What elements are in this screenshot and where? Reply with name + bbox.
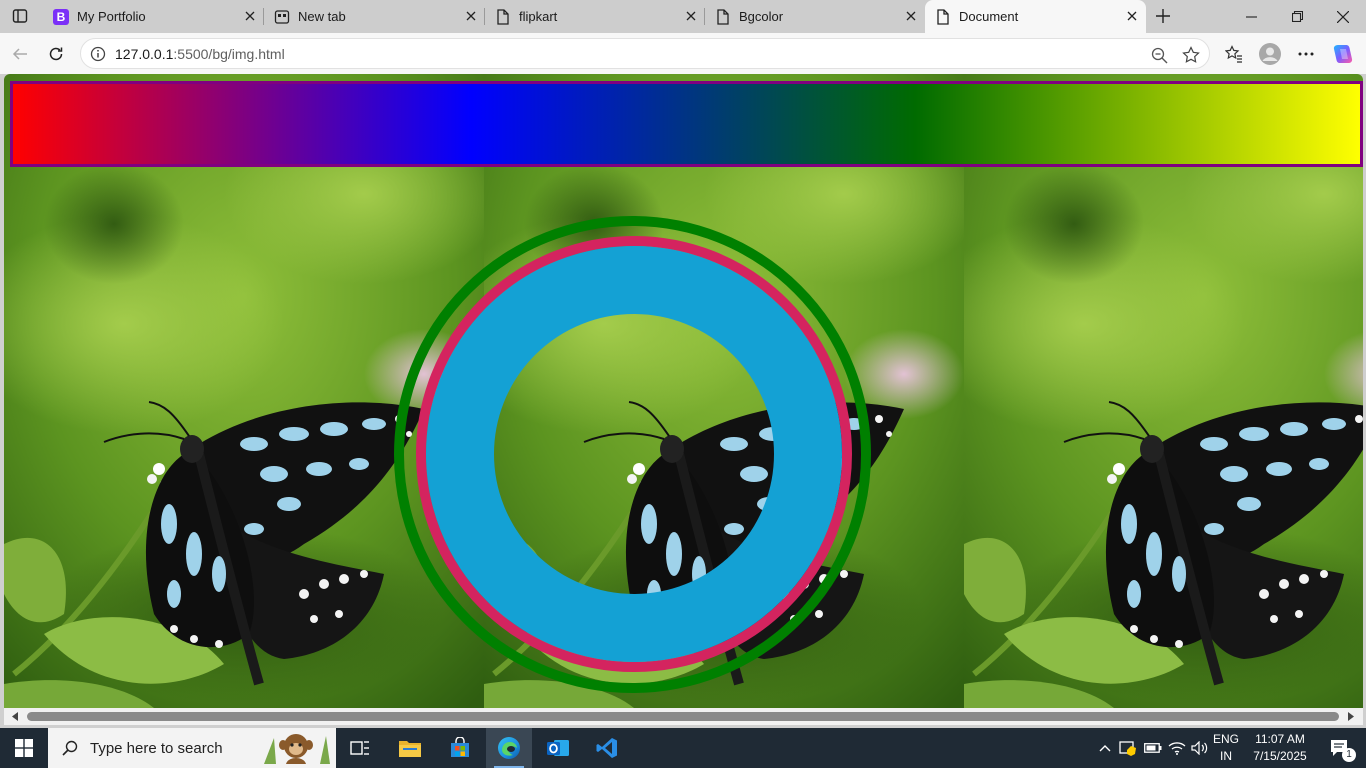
clock-date: 7/15/2025 (1253, 749, 1307, 763)
tab-label: flipkart (519, 9, 558, 24)
task-view-icon[interactable] (340, 728, 380, 768)
url-path: :5500/bg/img.html (173, 46, 285, 62)
bootstrap-icon: B (53, 8, 69, 25)
scrollbar-thumb[interactable] (27, 712, 1339, 721)
tab-label: New tab (298, 9, 346, 24)
tab-label: Bgcolor (739, 9, 784, 24)
close-icon[interactable] (903, 8, 919, 24)
taskbar-search-box[interactable]: Type here to search (48, 728, 336, 768)
show-hidden-icons-icon[interactable] (1094, 728, 1116, 768)
more-menu-icon[interactable] (1293, 41, 1319, 67)
file-explorer-icon[interactable] (390, 728, 430, 768)
scroll-left-arrow-icon[interactable] (10, 711, 20, 722)
close-icon[interactable] (683, 8, 699, 24)
new-tab-icon (274, 9, 290, 25)
tab-strip: B My Portfolio New tab flipkart Bgcolor … (0, 0, 1366, 33)
back-button[interactable] (7, 41, 33, 67)
microsoft-store-icon[interactable] (440, 728, 480, 768)
profile-avatar[interactable] (1257, 41, 1283, 67)
page-icon (935, 8, 951, 25)
page-icon (495, 8, 511, 25)
search-placeholder: Type here to search (90, 739, 223, 757)
taskbar: Type here to search ENG IN 11:07 AM 7/15… (0, 728, 1366, 768)
tab-my-portfolio[interactable]: B My Portfolio (43, 0, 264, 33)
system-clock[interactable]: 11:07 AM 7/15/2025 (1244, 731, 1316, 765)
copilot-icon[interactable] (1330, 41, 1356, 67)
tab-label: My Portfolio (77, 9, 146, 24)
close-icon[interactable] (1124, 8, 1140, 24)
minimize-button[interactable] (1228, 0, 1274, 33)
tab-new-tab[interactable]: New tab (264, 0, 485, 33)
blue-ring (426, 246, 842, 662)
refresh-button[interactable] (43, 41, 69, 67)
gradient-bar (10, 81, 1363, 167)
search-icon (62, 740, 78, 756)
close-window-button[interactable] (1320, 0, 1366, 33)
favorites-button[interactable] (1221, 41, 1247, 67)
restore-button[interactable] (1274, 0, 1320, 33)
browser-toolbar: 127.0.0.1:5500/bg/img.html (0, 33, 1366, 74)
page-viewport (4, 74, 1363, 708)
vscode-icon[interactable] (587, 728, 627, 768)
tab-document[interactable]: Document (925, 0, 1146, 33)
tab-bgcolor[interactable]: Bgcolor (705, 0, 925, 33)
language-indicator[interactable]: ENG IN (1212, 731, 1240, 765)
favorite-star-icon[interactable] (1181, 45, 1201, 65)
address-bar[interactable]: 127.0.0.1:5500/bg/img.html (80, 38, 1210, 69)
new-tab-button[interactable] (1151, 4, 1175, 28)
horizontal-scrollbar[interactable] (4, 708, 1363, 725)
butterfly-background-tile (964, 74, 1363, 708)
url-text[interactable]: 127.0.0.1:5500/bg/img.html (115, 46, 285, 62)
search-highlight-illustration-icon (260, 730, 332, 766)
zoom-out-icon[interactable] (1149, 45, 1169, 65)
security-center-icon[interactable] (1117, 728, 1139, 768)
outlook-icon[interactable] (538, 728, 578, 768)
scroll-right-arrow-icon[interactable] (1346, 711, 1356, 722)
site-info-icon[interactable] (89, 45, 107, 63)
wifi-icon[interactable] (1166, 728, 1188, 768)
close-icon[interactable] (242, 8, 258, 24)
url-host: 127.0.0.1 (115, 46, 174, 62)
notification-count-badge: 1 (1342, 748, 1356, 762)
edge-browser-icon[interactable] (486, 728, 532, 768)
close-icon[interactable] (463, 8, 479, 24)
volume-icon[interactable] (1189, 728, 1211, 768)
region-code: IN (1220, 749, 1232, 763)
start-button[interactable] (0, 728, 48, 768)
battery-icon[interactable] (1142, 728, 1164, 768)
tab-flipkart[interactable]: flipkart (485, 0, 705, 33)
notification-center-icon[interactable]: 1 (1320, 728, 1360, 768)
page-icon (715, 8, 731, 25)
clock-time: 11:07 AM (1255, 732, 1305, 746)
tab-actions-icon[interactable] (8, 5, 32, 27)
language-code: ENG (1212, 732, 1239, 746)
tab-label: Document (959, 9, 1019, 24)
